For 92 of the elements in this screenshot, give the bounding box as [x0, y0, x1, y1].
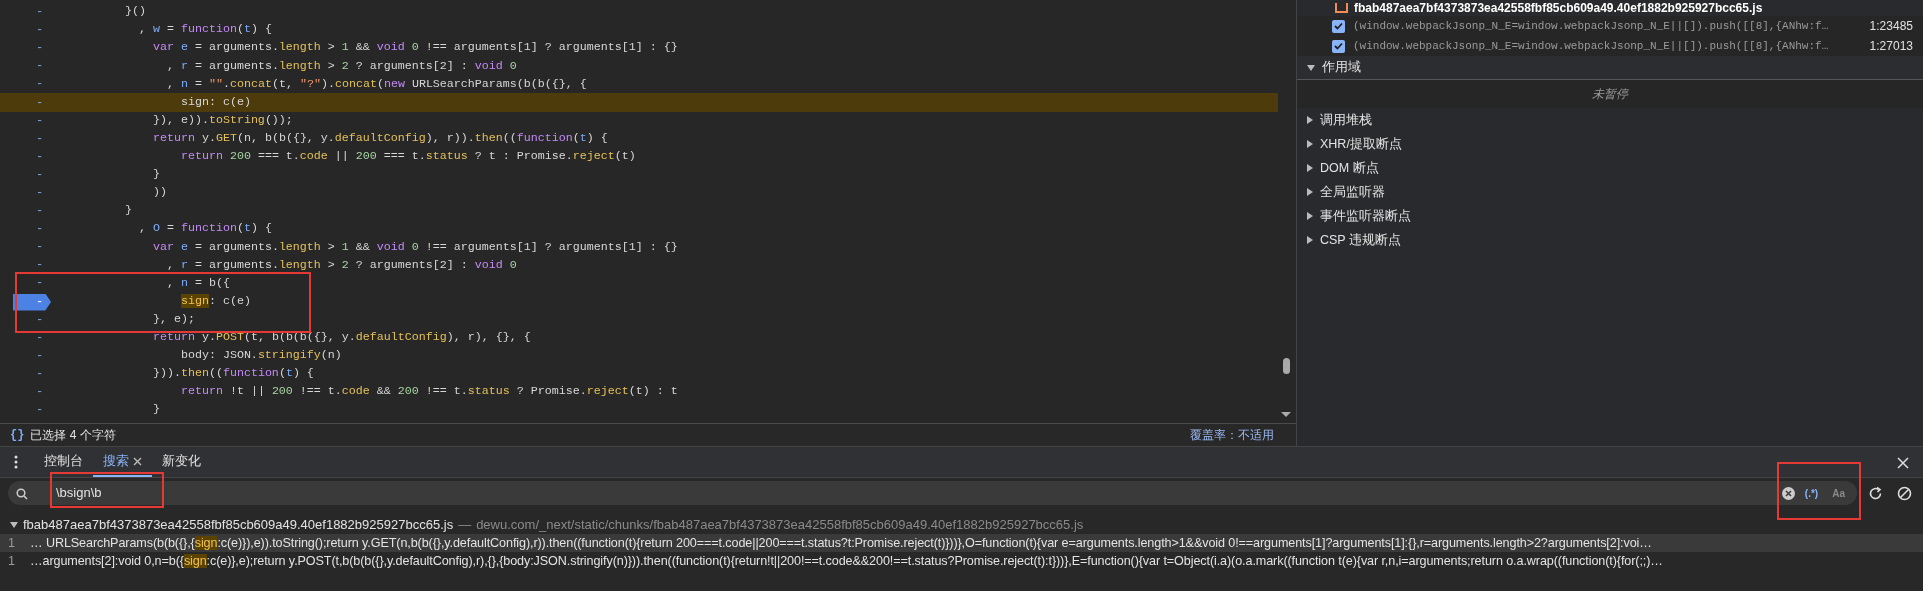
clear-search-icon[interactable] — [1781, 486, 1795, 500]
code-line: }), e)).toString()); — [152, 111, 293, 129]
selection-status: 已选择 4 个字符 — [30, 427, 116, 444]
match-case-toggle[interactable]: Aa — [1828, 485, 1849, 501]
breakpoint-code: (window.webpackJsonp_N_E=window.webpackJsonp_N_E||[]).push([[8],{ANhw:f… — [1353, 18, 1829, 34]
breakpoint-marker[interactable] — [13, 293, 51, 311]
code-line: , w = function(t) { — [138, 21, 272, 39]
line-gutter-mark[interactable]: - — [36, 294, 44, 309]
line-gutter-mark[interactable]: - — [36, 204, 44, 219]
line-gutter-mark[interactable]: - — [36, 385, 44, 399]
expand-triangle-icon[interactable] — [1307, 188, 1313, 196]
regex-toggle[interactable]: (.*) — [1800, 485, 1823, 501]
line-gutter-mark[interactable]: - — [36, 276, 44, 291]
breakpoint-code: (window.webpackJsonp_N_E=window.webpackJsonp_N_E||[]).push([[8],{ANhw:f… — [1353, 38, 1829, 54]
line-gutter-mark[interactable]: - — [36, 149, 44, 164]
result-file-name[interactable]: fbab487aea7bf4373873ea42558fbf85cb609a49.40ef1882b925927bcc65.js — [23, 515, 454, 535]
code-line: var e = arguments.length > 1 && void 0 !== arguments[1] ? arguments[1] : {} — [152, 39, 678, 57]
line-gutter-mark[interactable]: - — [36, 23, 44, 38]
line-gutter-mark[interactable]: - — [36, 330, 44, 345]
checkbox[interactable] — [1332, 19, 1345, 33]
section-header[interactable]: 事件监听器断点 — [1320, 206, 1411, 226]
line-gutter-mark[interactable]: - — [36, 131, 44, 146]
result-line-number: 1 — [7, 534, 16, 552]
drawer-tab[interactable]: 控制台 — [34, 447, 93, 477]
code-line: }() — [124, 3, 146, 21]
code-line: } — [124, 202, 132, 220]
line-gutter-mark[interactable]: - — [36, 5, 44, 20]
separator-dash: — — [458, 516, 472, 535]
collapse-triangle-icon[interactable] — [1307, 64, 1315, 71]
drawer-tab[interactable]: 搜索 — [93, 447, 152, 477]
section-header[interactable]: CSP 违规断点 — [1320, 230, 1401, 250]
code-line: , n = "".concat(t, "?").concat(new URLSearchParams(b(b({}, { — [166, 75, 587, 93]
code-line: )) — [152, 184, 167, 202]
section-header[interactable]: 全局监听器 — [1320, 182, 1385, 202]
code-line: var e = arguments.length > 1 && void 0 !== arguments[1] ? arguments[1] : {} — [152, 238, 678, 256]
pretty-print-button[interactable]: {} — [10, 426, 25, 444]
section-header[interactable]: XHR/提取断点 — [1320, 134, 1402, 154]
code-line: sign: c(e) — [180, 292, 251, 310]
code-line: } — [152, 166, 160, 184]
expand-triangle-icon[interactable] — [1307, 164, 1313, 172]
code-line: , r = arguments.length > 2 ? arguments[2] : void 0 — [166, 57, 517, 75]
line-gutter-mark[interactable]: - — [36, 113, 44, 128]
line-gutter-mark[interactable]: - — [36, 41, 44, 56]
code-line: } — [152, 401, 160, 419]
section-header[interactable]: 作用域 — [1322, 58, 1361, 77]
line-gutter-mark[interactable]: - — [36, 186, 44, 200]
line-gutter-mark[interactable]: - — [36, 366, 44, 381]
paused-message: 未暂停 — [1592, 86, 1628, 103]
code-line: sign: c(e) — [180, 93, 251, 111]
code-line: })).then((function(t) { — [152, 365, 314, 383]
expand-triangle-icon[interactable] — [1307, 116, 1313, 124]
result-file-path: dewu.com/_next/static/chunks/fbab487aea7bf4373873ea42558fbf85cb609a49.40ef1882b925927bcc65.js — [476, 516, 1084, 535]
breakpoint-location: 1:27013 — [1869, 38, 1913, 55]
more-menu-icon[interactable] — [14, 455, 18, 469]
line-gutter-mark[interactable]: - — [36, 312, 44, 327]
code-line: , n = b({ — [166, 274, 230, 292]
file-name: fbab487aea7bf4373873ea42558fbf85cb609a49.40ef1882b925927bcc65.js — [1354, 1, 1763, 15]
result-text[interactable]: …arguments[2]:void 0,n=b({sign:c(e)},e);return y.POST(t,b(b(b({},y.defaultConfig),r),{},{body:JSON.stringify(n)})).then((function(t){return!t||200!==t.code&&200!==t.status?Promise.reject(t):t}))},E=function(){var t=Object(i.a)(o.a.mark((function t(e){var r,n,i=arguments;return o.a.wrap((function(t){for(;;)… — [30, 551, 1663, 571]
line-gutter-mark[interactable]: - — [36, 240, 44, 255]
breakpoint-location: 1:23485 — [1869, 18, 1913, 35]
line-gutter-mark[interactable]: - — [36, 167, 44, 182]
expand-triangle-icon[interactable] — [1307, 140, 1313, 148]
expand-triangle-icon[interactable] — [1307, 236, 1313, 244]
coverage-status: 覆盖率：不适用 — [1190, 427, 1275, 444]
search-field[interactable]: \bsign\b (.*) Aa — [8, 481, 1857, 505]
selected-result-row[interactable] — [0, 534, 1923, 552]
result-text[interactable]: … URLSearchParams(b(b({},{sign:c(e)}),e)).toString();return y.GET(n,b(b({},y.defaultConfig),r)).then((function(t){return 200===t.code||200===t.status?t:Promise.reject(t)}))},O=function(t){var e=arguments.length>1&&void 0!==arguments[1]?arguments[1]:{},r=arguments.length>2?arguments[2]:voi… — [30, 533, 1652, 553]
close-icon[interactable] — [1897, 456, 1909, 469]
line-gutter-mark[interactable]: - — [36, 77, 44, 92]
code-line: , r = arguments.length > 2 ? arguments[2] : void 0 — [166, 256, 517, 274]
file-icon — [1335, 3, 1348, 13]
line-gutter-mark[interactable]: - — [36, 95, 44, 110]
line-gutter-mark[interactable]: - — [36, 403, 44, 418]
scrollbar-thumb[interactable] — [1283, 358, 1290, 374]
drawer-tab[interactable]: 新变化 — [152, 447, 211, 477]
code-line: return !t || 200 !== t.code && 200 !== t.status ? Promise.reject(t) : t — [180, 383, 678, 401]
expand-triangle-icon[interactable] — [1307, 212, 1313, 220]
code-line: }, e); — [152, 310, 195, 328]
code-line: , O = function(t) { — [138, 220, 272, 238]
section-header[interactable]: DOM 断点 — [1320, 158, 1379, 178]
collapse-triangle-icon[interactable] — [10, 522, 18, 528]
line-gutter-mark[interactable]: - — [36, 348, 44, 363]
code-line: body: JSON.stringify(n) — [180, 347, 342, 365]
scroll-down-arrow-icon[interactable] — [1281, 412, 1291, 417]
line-gutter-mark[interactable]: - — [36, 59, 44, 74]
code-line: return y.GET(n, b(b({}, y.defaultConfig), r)).then((function(t) { — [152, 129, 608, 147]
checkbox[interactable] — [1332, 39, 1345, 53]
code-line: return 200 === t.code || 200 === t.status ? t : Promise.reject(t) — [180, 148, 636, 166]
section-header[interactable]: 调用堆栈 — [1320, 110, 1372, 130]
result-line-number: 1 — [7, 552, 16, 570]
line-gutter-mark[interactable]: - — [36, 222, 44, 237]
line-gutter-mark[interactable]: - — [36, 258, 44, 273]
